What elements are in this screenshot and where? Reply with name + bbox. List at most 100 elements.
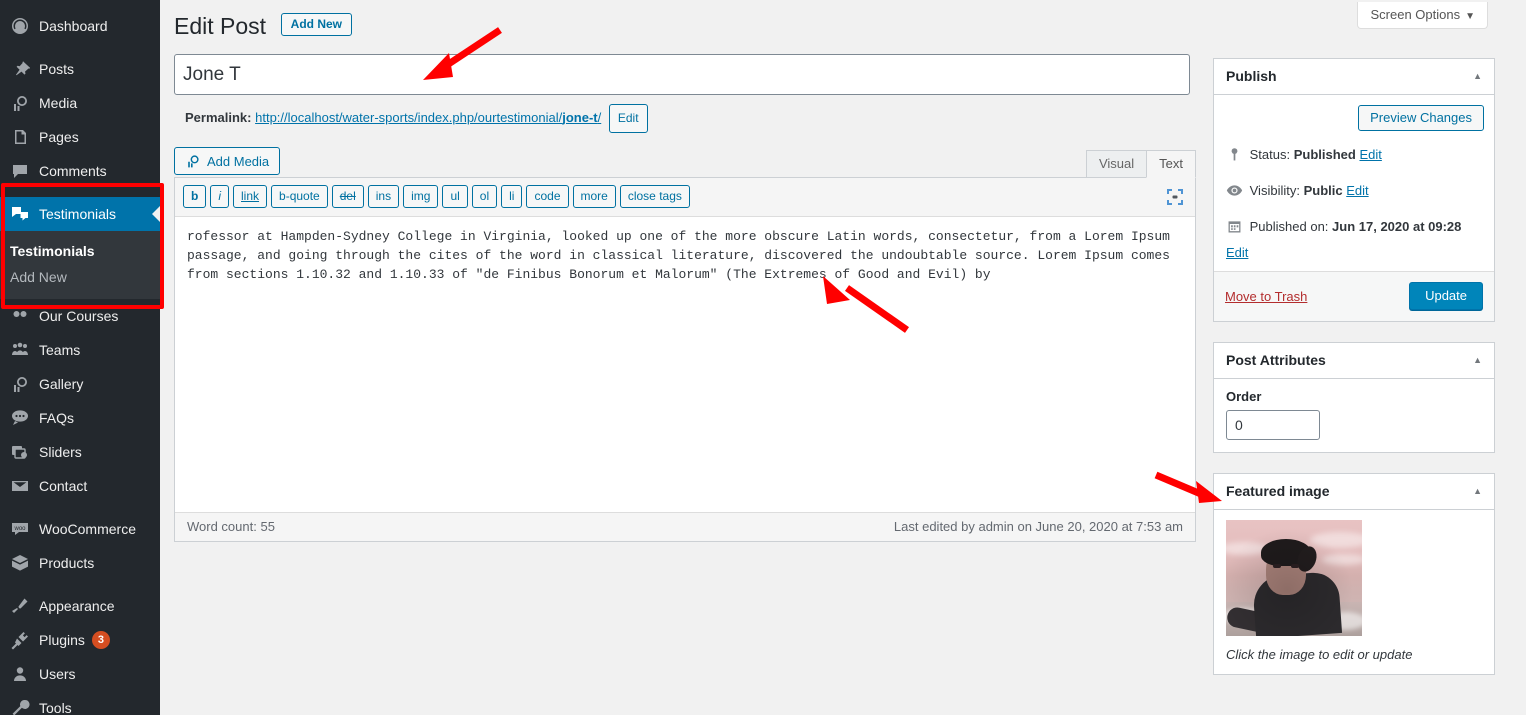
sidebar-item-users[interactable]: Users — [0, 657, 160, 691]
permalink-label: Permalink: — [185, 109, 252, 125]
post-attributes-body: Order — [1214, 379, 1494, 452]
post-editor-column: Permalink: http://localhost/water-sports… — [174, 54, 1196, 542]
sidebar-item-faqs[interactable]: FAQs — [0, 401, 160, 435]
quicktag-code[interactable]: code — [526, 185, 569, 208]
chevron-up-icon[interactable]: ▲ — [1473, 71, 1482, 81]
sidebar-item-comments[interactable]: Comments — [0, 154, 160, 188]
permalink-row: Permalink: http://localhost/water-sports… — [174, 104, 1196, 133]
chevron-down-icon: ▼ — [1465, 11, 1475, 22]
sidebar-item-dashboard[interactable]: Dashboard — [0, 9, 160, 43]
status-row: Status: Published Edit — [1214, 141, 1494, 177]
woocommerce-icon: woo — [10, 519, 30, 539]
sidebar-item-woocommerce[interactable]: woo WooCommerce — [0, 512, 160, 546]
quicktag-ins[interactable]: ins — [367, 185, 400, 208]
permalink-trailing-slash: / — [597, 109, 602, 125]
sidebar-item-contact[interactable]: Contact — [0, 469, 160, 503]
screen-meta-links: Screen Options ▼ — [1357, 2, 1488, 29]
quicktag-b-quote[interactable]: b-quote — [271, 185, 328, 208]
screen-options-label: Screen Options — [1370, 7, 1461, 22]
users-icon — [10, 664, 30, 684]
quicktag-link[interactable]: link — [233, 185, 268, 208]
sidebar-item-teams[interactable]: Teams — [0, 333, 160, 367]
appearance-icon — [10, 596, 30, 616]
quicktags-toolbar: b i link b-quote del ins img ul ol li code more clos… — [175, 178, 1195, 217]
sliders-icon — [10, 442, 30, 462]
quicktag-li[interactable]: li — [501, 185, 523, 208]
pin-icon — [10, 59, 30, 79]
chevron-up-icon[interactable]: ▲ — [1473, 486, 1482, 496]
preview-changes-button[interactable]: Preview Changes — [1358, 105, 1484, 131]
sidebar-item-label: Testimonials — [39, 206, 117, 222]
sidebar-item-our-courses[interactable]: Our Courses — [0, 299, 160, 333]
move-to-trash-link[interactable]: Move to Trash — [1225, 289, 1307, 304]
editor-status-bar: Word count: 55 Last edited by admin on J… — [175, 512, 1195, 541]
sidebar-item-label: Gallery — [39, 376, 84, 392]
sidebar-item-tools[interactable]: Tools — [0, 691, 160, 715]
status-label: Status: — [1249, 147, 1291, 162]
permalink-link[interactable]: http://localhost/water-sports/index.php/… — [255, 110, 601, 125]
faqs-icon — [10, 408, 30, 428]
post-title-input[interactable] — [174, 54, 1190, 95]
quicktag-ol[interactable]: ol — [471, 185, 498, 208]
courses-icon — [10, 306, 30, 326]
page-title: Edit Post — [174, 13, 267, 39]
sidebar-item-label: Posts — [39, 61, 75, 77]
featured-image-thumbnail[interactable] — [1226, 520, 1362, 636]
gallery-icon — [10, 374, 30, 394]
sidebar-item-plugins[interactable]: Plugins 3 — [0, 623, 160, 657]
add-new-button[interactable]: Add New — [280, 13, 353, 36]
sidebar-item-media[interactable]: Media — [0, 86, 160, 120]
distraction-free-icon[interactable] — [1165, 187, 1185, 207]
order-input[interactable] — [1226, 410, 1320, 440]
sidebar-item-posts[interactable]: Posts — [0, 52, 160, 86]
sidebar-item-label: Teams — [39, 342, 81, 358]
pages-icon — [10, 127, 30, 147]
edit-visibility-link[interactable]: Edit — [1346, 183, 1368, 198]
word-count: Word count: 55 — [187, 519, 275, 534]
tab-visual[interactable]: Visual — [1085, 150, 1148, 178]
sidebar-item-gallery[interactable]: Gallery — [0, 367, 160, 401]
quicktag-b[interactable]: b — [183, 185, 207, 208]
screen-options-button[interactable]: Screen Options ▼ — [1357, 2, 1488, 29]
major-publishing-actions: Move to Trash Update — [1214, 271, 1494, 321]
menu-spacer-3 — [0, 503, 160, 512]
chevron-up-icon[interactable]: ▲ — [1473, 355, 1482, 365]
last-edited-info: Last edited by admin on June 20, 2020 at… — [893, 519, 1183, 534]
edit-status-link[interactable]: Edit — [1359, 147, 1381, 162]
sidebar-item-label: FAQs — [39, 410, 75, 426]
post-attributes-header: Post Attributes ▲ — [1214, 343, 1494, 379]
sidebar-item-pages[interactable]: Pages — [0, 120, 160, 154]
menu-spacer-top — [0, 0, 160, 9]
quicktag-img[interactable]: img — [403, 185, 439, 208]
photo-vignette — [1226, 520, 1362, 636]
quicktag-more[interactable]: more — [572, 185, 616, 208]
submenu-item-testimonials[interactable]: Testimonials — [0, 238, 160, 264]
order-label: Order — [1226, 389, 1262, 404]
featured-image-header: Featured image ▲ — [1214, 474, 1494, 510]
tab-text[interactable]: Text — [1146, 150, 1196, 178]
published-on-row: Published on: Jun 17, 2020 at 09:28 Edit — [1214, 213, 1494, 271]
quicktag-del[interactable]: del — [331, 185, 364, 208]
post-content-textarea[interactable]: rofessor at Hampden-Sydney College in Vi… — [175, 217, 1195, 512]
media-buttons-row: Add Media Visual Text — [174, 147, 1196, 178]
submenu-item-add-new[interactable]: Add New — [0, 264, 160, 290]
quicktag-ul[interactable]: ul — [442, 185, 468, 208]
sidebar-item-appearance[interactable]: Appearance — [0, 589, 160, 623]
sidebar-item-testimonials[interactable]: Testimonials — [0, 197, 160, 231]
menu-spacer-4 — [0, 580, 160, 589]
sidebar-item-products[interactable]: Products — [0, 546, 160, 580]
edit-published-link[interactable]: Edit — [1226, 245, 1248, 260]
quicktag-i[interactable]: i — [210, 185, 230, 208]
sidebar-item-label: Appearance — [39, 598, 115, 614]
sidebar-item-sliders[interactable]: Sliders — [0, 435, 160, 469]
edit-slug-button[interactable]: Edit — [608, 104, 648, 133]
update-button[interactable]: Update — [1409, 282, 1483, 310]
testimonials-icon — [10, 204, 30, 224]
quicktag-close-tags[interactable]: close tags — [619, 185, 690, 208]
sidebar-item-label: Sliders — [39, 444, 82, 460]
eye-icon — [1226, 182, 1246, 206]
testimonials-submenu: Testimonials Add New — [0, 231, 160, 299]
featured-image-caption: Click the image to edit or update — [1226, 647, 1413, 662]
featured-image-body: Click the image to edit or update — [1214, 510, 1494, 674]
add-media-button[interactable]: Add Media — [174, 147, 281, 175]
